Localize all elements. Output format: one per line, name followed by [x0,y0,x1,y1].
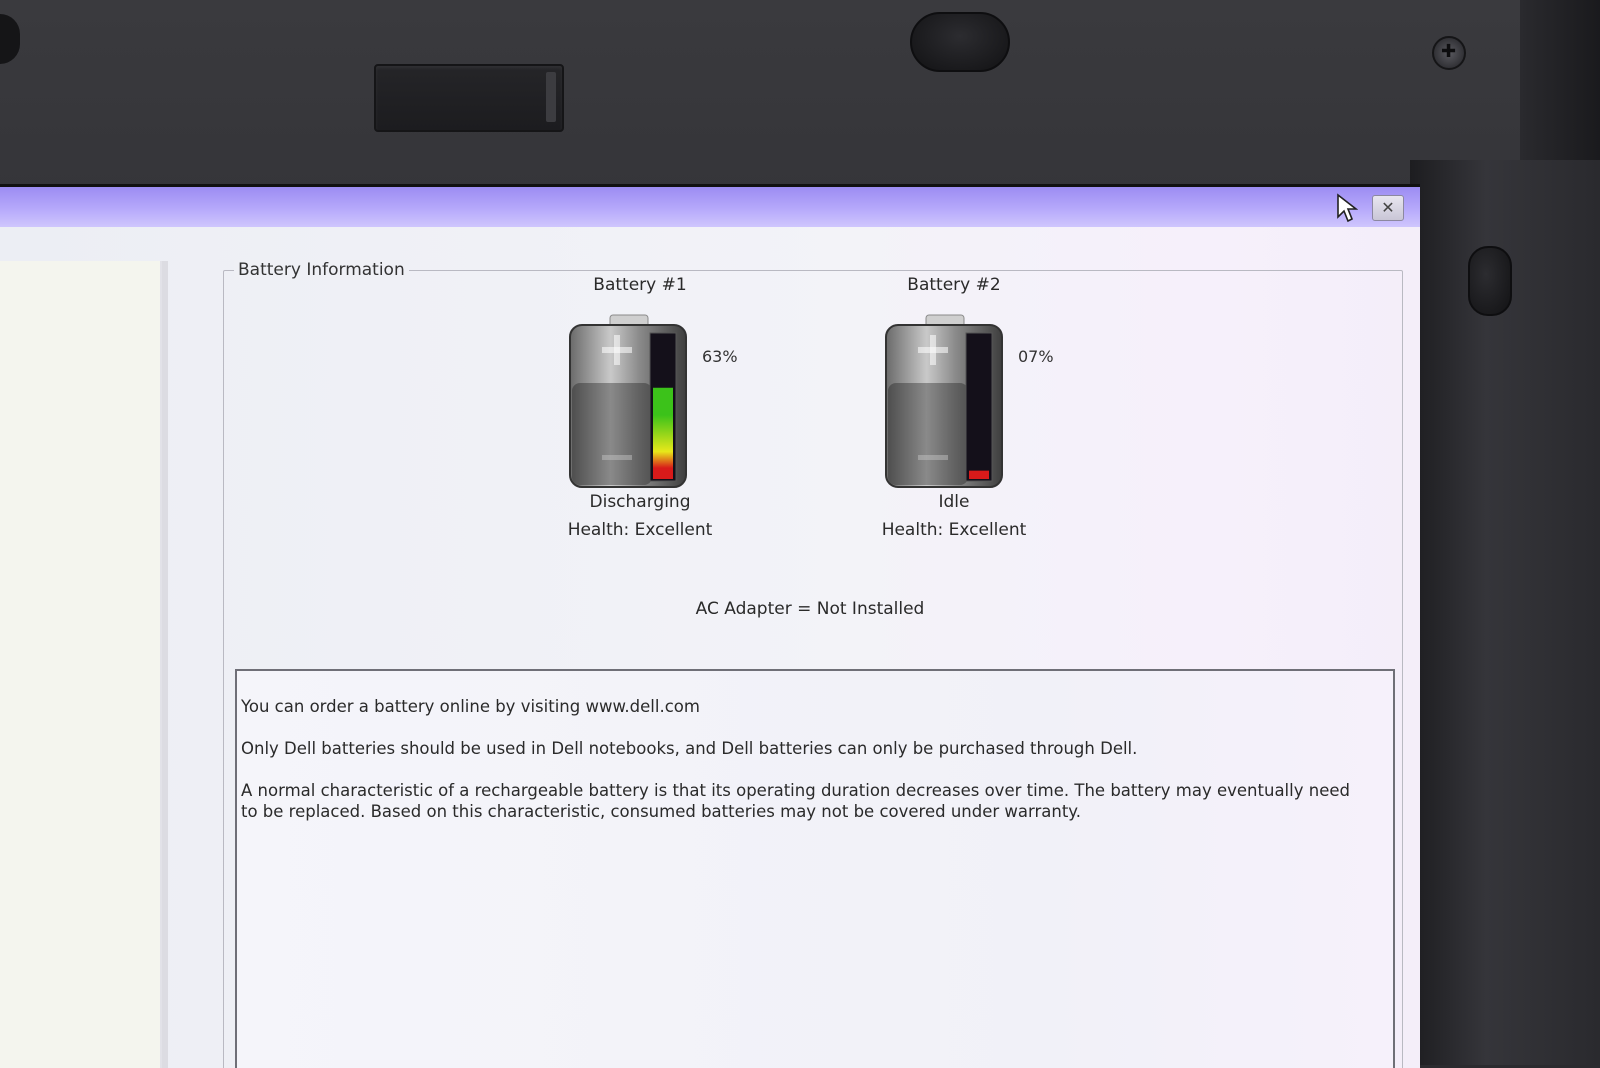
battery-2-percent: 07% [1018,347,1054,366]
battery-minus [602,455,632,460]
warranty-notice: A normal characteristic of a rechargeabl… [241,781,1350,821]
battery-2-panel: Battery #2 [834,275,1074,295]
bezel-bumper-right [1468,246,1512,316]
left-navigation-panel [0,261,166,1068]
panel-divider [162,261,168,1068]
screen: ✕ Battery Information Battery #1 63% Dis… [0,184,1420,1068]
group-title: Battery Information [234,260,409,280]
battery-info-text-panel[interactable]: You can order a battery online by visiti… [235,669,1395,1068]
lid-latch [374,64,564,132]
mouse-cursor-icon [1337,193,1358,223]
battery-1-icon [569,314,687,488]
battery-2-status-block: Idle Health: Excellent [834,492,1074,540]
dell-batteries-notice: Only Dell batteries should be used in De… [241,739,1138,758]
battery-plus-v [930,335,936,365]
battery-shade [888,383,968,485]
close-button[interactable]: ✕ [1372,195,1404,221]
latch-notch [546,72,556,122]
battery-1-status-block: Discharging Health: Excellent [520,492,760,540]
screw-icon: ✚ [1432,36,1466,70]
battery-title: Battery #1 [593,275,687,295]
bezel-bumper-top [910,12,1010,72]
window-titlebar: ✕ [0,187,1420,227]
battery-health: Health: Excellent [881,520,1027,540]
battery-1-percent: 63% [702,347,738,366]
battery-2-icon [885,314,1003,488]
battery-status: Idle [938,492,970,512]
battery-gauge-track [965,332,993,482]
battery-gauge-fill [653,387,673,479]
ac-adapter-status: AC Adapter = Not Installed [695,599,925,619]
battery-health: Health: Excellent [567,520,713,540]
battery-status: Discharging [589,492,691,512]
battery-1-panel: Battery #1 [520,275,760,295]
window-content: Battery Information Battery #1 63% Disch… [0,227,1420,1068]
battery-title: Battery #2 [907,275,1001,295]
battery-plus-v [614,335,620,365]
battery-gauge-fill [969,470,989,479]
battery-minus [918,455,948,460]
battery-shade [572,383,652,485]
order-info-text: You can order a battery online by visiti… [241,697,700,716]
